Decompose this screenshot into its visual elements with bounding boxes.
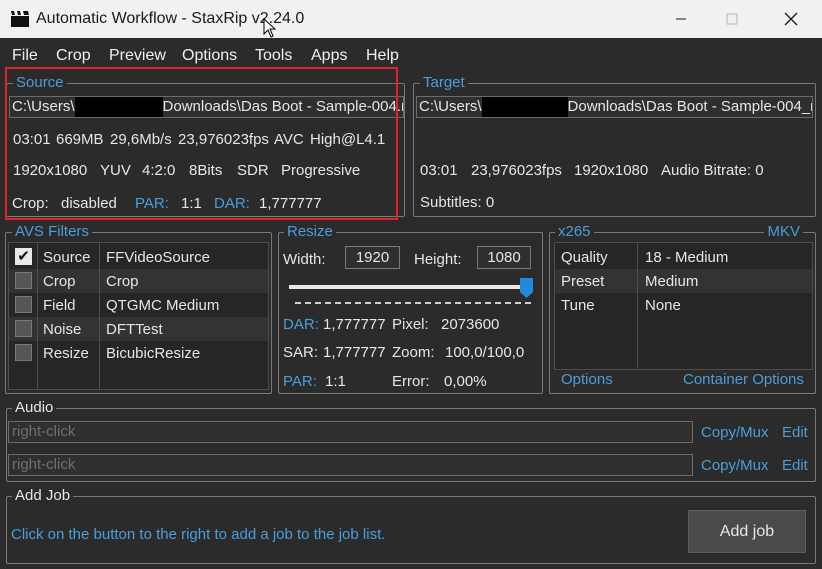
width-input[interactable]: 1920	[345, 246, 400, 269]
sar-value: 1,777777	[323, 344, 386, 361]
pixel-value: 2073600	[441, 316, 500, 333]
highlight-annotation	[5, 67, 398, 220]
audio-track-1-edit-link[interactable]: Edit	[782, 424, 808, 441]
target-audio-bitrate: Audio Bitrate: 0	[661, 162, 764, 179]
filter-value: Crop	[106, 273, 139, 290]
encoder-option-name: Quality	[561, 249, 608, 266]
minimize-icon	[676, 18, 686, 20]
height-label: Height:	[414, 251, 462, 268]
filter-value: QTGMC Medium	[106, 297, 220, 314]
container-legend[interactable]: MKV	[764, 224, 803, 240]
encoder-row-preset[interactable]: Preset Medium	[555, 269, 812, 293]
filter-noise-checkbox[interactable]	[15, 320, 32, 337]
filter-resize-checkbox[interactable]	[15, 344, 32, 361]
clapperboard-icon	[11, 11, 29, 27]
menu-help[interactable]: Help	[366, 47, 399, 65]
menu-file[interactable]: File	[12, 47, 38, 65]
filter-row-crop[interactable]: Crop Crop	[9, 269, 268, 293]
maximize-button	[709, 0, 755, 38]
encoder-option-name: Preset	[561, 273, 605, 290]
filter-field-checkbox[interactable]	[15, 296, 32, 313]
close-icon	[784, 12, 798, 26]
filter-row-resize[interactable]: Resize BicubicResize	[9, 341, 268, 365]
target-path-suffix: Downloads\Das Boot - Sample-004_ne	[567, 98, 813, 115]
target-path-field[interactable]: C:\Users\ Downloads\Das Boot - Sample-004…	[416, 96, 813, 118]
width-label: Width:	[283, 251, 326, 268]
error-value: 0,00%	[444, 373, 487, 390]
filter-value: BicubicResize	[106, 345, 201, 362]
pixel-label: Pixel:	[392, 316, 429, 333]
target-fps: 23,976023fps	[471, 162, 562, 179]
filter-row-field[interactable]: Field QTGMC Medium	[9, 293, 268, 317]
resize-dar-link[interactable]: DAR:	[283, 316, 319, 333]
encoder-option-name: Tune	[561, 297, 595, 314]
mouse-cursor-icon	[263, 18, 277, 38]
target-path-prefix: C:\Users\	[419, 98, 482, 115]
column-divider	[37, 243, 38, 389]
filter-source-checkbox[interactable]: ✔	[15, 248, 32, 265]
column-divider	[99, 243, 100, 389]
filter-name: Noise	[43, 321, 82, 338]
slider-track	[289, 285, 529, 289]
menu-options[interactable]: Options	[182, 47, 237, 65]
slider-thumb[interactable]	[520, 278, 533, 298]
container-options-link[interactable]: Container Options	[683, 371, 804, 388]
redacted-username	[481, 97, 568, 117]
audio-track-1-input[interactable]: right-click	[8, 421, 693, 443]
filter-name: Crop	[43, 273, 76, 290]
encoder-options-list[interactable]: Quality 18 - Medium Preset Medium Tune N…	[554, 242, 813, 370]
audio-track-1-copy-mux-link[interactable]: Copy/Mux	[701, 424, 769, 441]
filter-row-noise[interactable]: Noise DFTTest	[9, 317, 268, 341]
encoder-option-value: 18 - Medium	[645, 249, 729, 266]
resize-legend: Resize	[284, 224, 336, 240]
column-divider	[637, 243, 638, 369]
zoom-value: 100,0/100,0	[445, 344, 525, 361]
resize-par-link[interactable]: PAR:	[283, 373, 317, 390]
encoder-row-tune[interactable]: Tune None	[555, 293, 812, 317]
menu-apps[interactable]: Apps	[311, 47, 347, 65]
add-job-button[interactable]: Add job	[688, 510, 806, 553]
zoom-label: Zoom:	[392, 344, 435, 361]
maximize-icon	[726, 13, 738, 25]
close-button[interactable]	[768, 0, 814, 38]
audio-track-2-input[interactable]: right-click	[8, 454, 693, 476]
encoder-option-value: Medium	[645, 273, 699, 290]
slider-ticks	[295, 302, 531, 304]
menu-crop[interactable]: Crop	[56, 47, 91, 65]
menu-preview[interactable]: Preview	[109, 47, 166, 65]
encoder-legend[interactable]: x265	[555, 224, 594, 240]
filter-name: Source	[43, 249, 91, 266]
filter-row-source[interactable]: ✔ Source FFVideoSource	[9, 245, 268, 269]
avs-filters-list[interactable]: ✔ Source FFVideoSource Crop Crop Field Q…	[8, 242, 269, 390]
encoder-options-link[interactable]: Options	[561, 371, 613, 388]
filter-name: Resize	[43, 345, 89, 362]
audio-track-2-edit-link[interactable]: Edit	[782, 457, 808, 474]
avs-filters-legend: AVS Filters	[12, 224, 92, 240]
filter-value: FFVideoSource	[106, 249, 210, 266]
filter-crop-checkbox[interactable]	[15, 272, 32, 289]
resize-par-value: 1:1	[325, 373, 346, 390]
height-input[interactable]: 1080	[477, 246, 531, 269]
encoder-row-quality[interactable]: Quality 18 - Medium	[555, 245, 812, 269]
resize-slider[interactable]	[287, 278, 533, 308]
target-subtitles: Subtitles: 0	[420, 194, 495, 211]
filter-name: Field	[43, 297, 76, 314]
add-job-hint: Click on the button to the right to add …	[11, 526, 386, 543]
minimize-button[interactable]	[658, 0, 704, 38]
encoder-option-value: None	[645, 297, 681, 314]
menu-tools[interactable]: Tools	[255, 47, 292, 65]
filter-value: DFTTest	[106, 321, 163, 338]
title-bar: Automatic Workflow - StaxRip v2.24.0	[0, 0, 822, 38]
audio-legend: Audio	[12, 400, 57, 416]
target-resolution: 1920x1080	[574, 162, 649, 179]
error-label: Error:	[392, 373, 430, 390]
slider-thumb-icon	[520, 278, 533, 298]
sar-label: SAR:	[283, 344, 319, 361]
add-job-legend: Add Job	[12, 488, 74, 504]
audio-track-2-copy-mux-link[interactable]: Copy/Mux	[701, 457, 769, 474]
target-duration: 03:01	[420, 162, 458, 179]
target-legend: Target	[420, 75, 468, 91]
resize-dar-value: 1,777777	[323, 316, 386, 333]
